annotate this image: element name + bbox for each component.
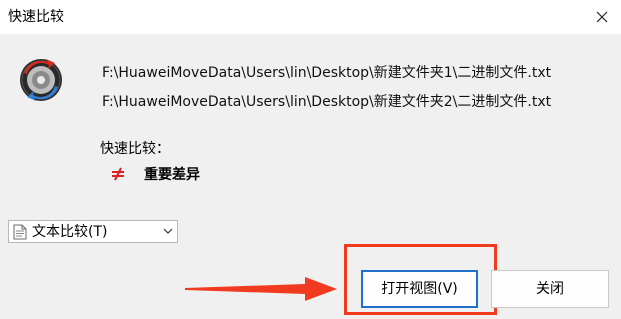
window-title: 快速比较	[8, 9, 64, 25]
title-bar: 快速比较	[0, 0, 621, 34]
comparison-result: 重要差异	[144, 167, 200, 183]
annotation-arrow	[185, 277, 337, 301]
quick-compare-label: 快速比较：	[100, 141, 170, 157]
compare-app-icon	[20, 59, 62, 101]
not-equal-icon	[112, 167, 124, 181]
chevron-down-icon	[163, 228, 173, 234]
close-window-button[interactable]	[584, 0, 620, 34]
close-button[interactable]: 关闭	[491, 270, 609, 308]
close-icon	[596, 11, 608, 23]
open-view-button[interactable]: 打开视图(V)	[361, 270, 478, 308]
quick-compare-dialog: 快速比较 F:\HuaweiMoveData\Users\lin\Desktop…	[0, 0, 621, 319]
compare-mode-select[interactable]: 文本比较(T)	[8, 220, 178, 243]
compare-mode-value: 文本比较(T)	[32, 224, 108, 240]
text-document-icon	[13, 224, 27, 240]
right-file-path: F:\HuaweiMoveData\Users\lin\Desktop\新建文件…	[102, 94, 552, 110]
left-file-path: F:\HuaweiMoveData\Users\lin\Desktop\新建文件…	[102, 65, 552, 81]
